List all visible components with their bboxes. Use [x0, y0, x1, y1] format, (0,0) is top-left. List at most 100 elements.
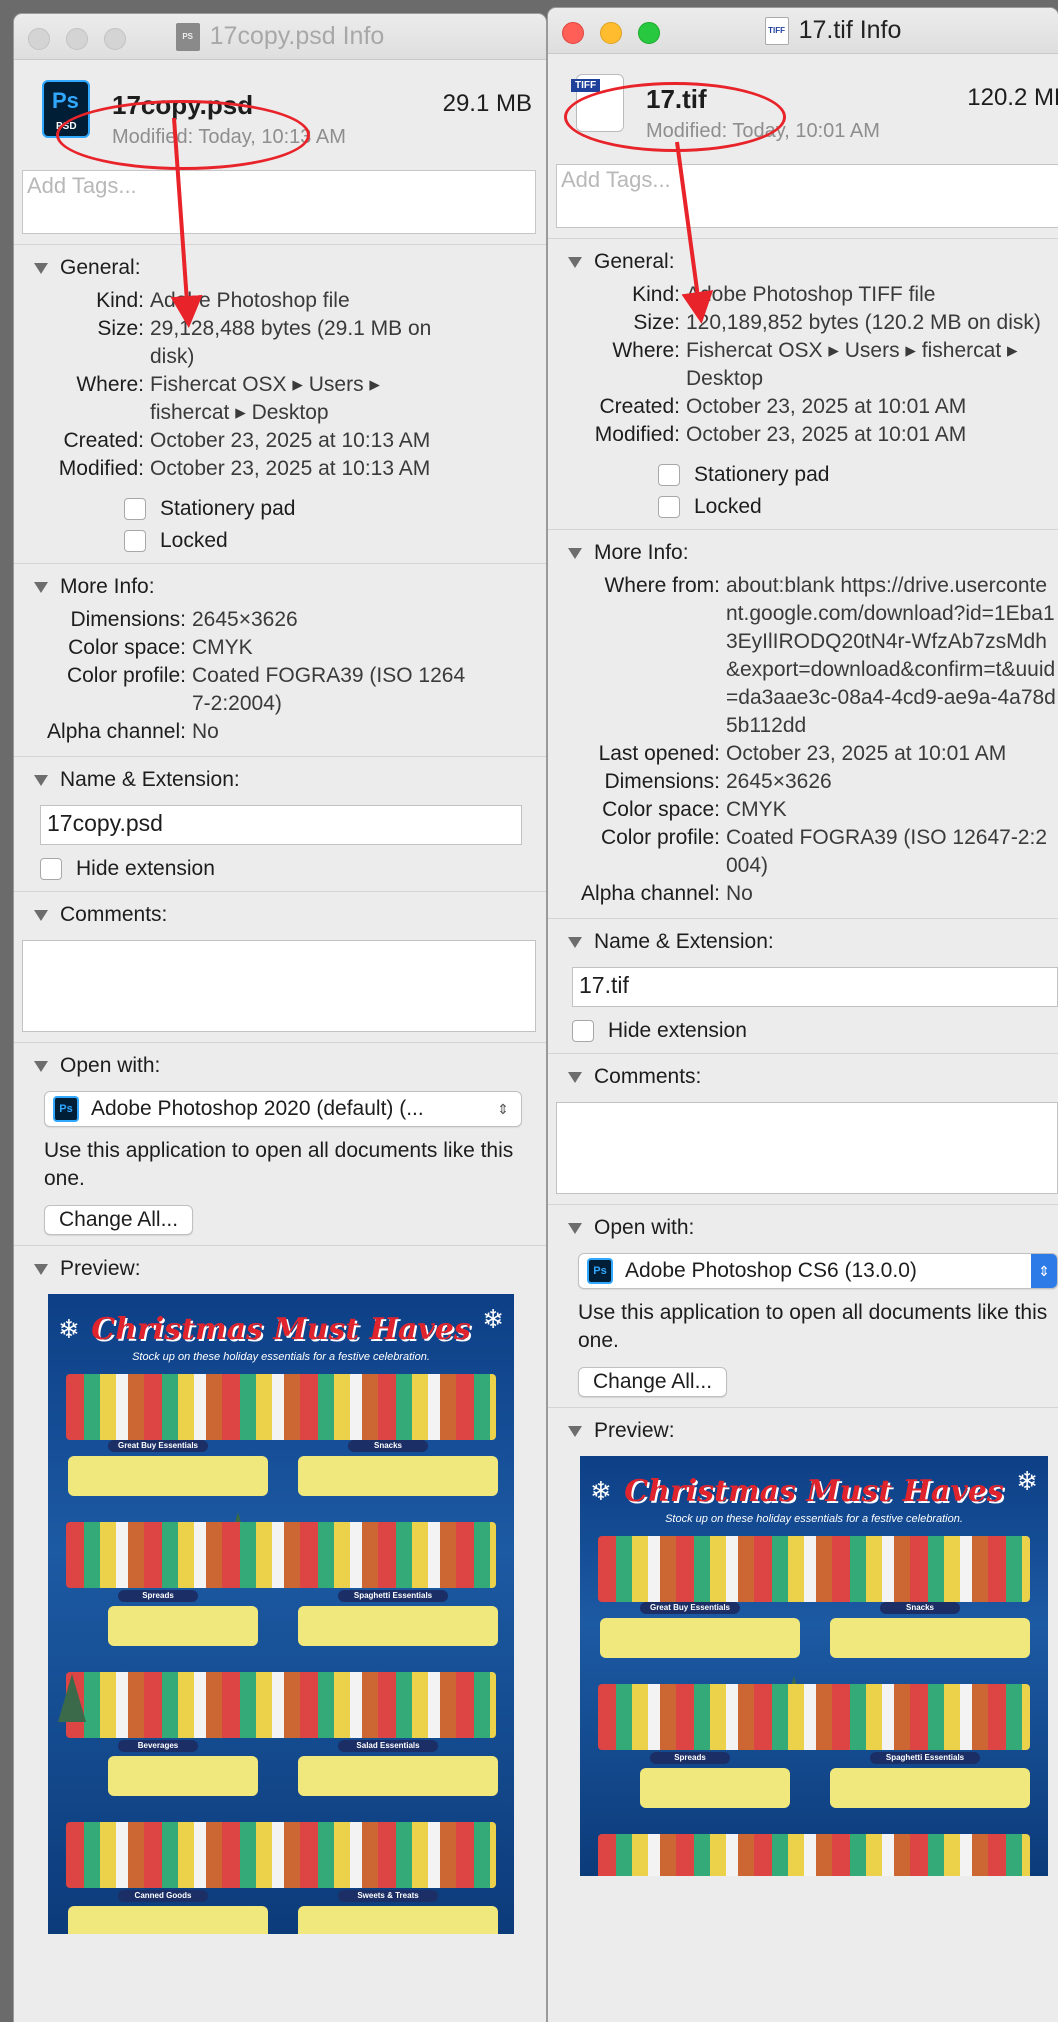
more-info-section: More Info: Where from: about:blank https:… [548, 529, 1058, 918]
disclosure-triangle-icon[interactable] [34, 1060, 48, 1072]
snowflake-icon: ❄ [58, 1314, 80, 1344]
stationery-pad-checkbox[interactable]: Stationery pad [124, 497, 546, 521]
preview-section: Preview: Christmas Must Haves Stock up o… [548, 1407, 1058, 1886]
disclosure-triangle-icon[interactable] [568, 936, 582, 948]
titlebar[interactable]: PS 17copy.psd Info [14, 14, 546, 60]
preview-disclosure[interactable]: Preview: [14, 1254, 546, 1284]
comments-section: Comments: [14, 891, 546, 1042]
locked-checkbox[interactable]: Locked [658, 495, 1058, 519]
product-list [108, 1606, 258, 1646]
product-shelf [66, 1822, 496, 1888]
product-list [600, 1618, 800, 1658]
tree-graphic [58, 1674, 86, 1722]
file-size: 120.2 MB [967, 84, 1058, 111]
tags-field[interactable]: Add Tags... [22, 170, 536, 234]
band-label: Salad Essentials [338, 1740, 438, 1752]
preview-image: Christmas Must Haves Stock up on these h… [580, 1456, 1048, 1876]
info-window-psd: PS 17copy.psd Info Ps PSD 17copy.psd 29.1… [14, 14, 546, 2022]
general-section: General: Kind: Adobe Photoshop file Size:… [14, 244, 546, 563]
name-field[interactable]: 17.tif [572, 967, 1058, 1007]
titlebar[interactable]: TIFF 17.tif Info [548, 8, 1058, 54]
annotation-ellipse [564, 82, 786, 152]
window-title: 17copy.psd Info [209, 22, 385, 50]
tags-field[interactable]: Add Tags... [556, 164, 1058, 228]
open-with-disclosure[interactable]: Open with: [14, 1051, 546, 1081]
band-label: Canned Goods [118, 1890, 208, 1902]
disclosure-triangle-icon[interactable] [568, 256, 582, 268]
popup-chevron-icon: ⇕ [497, 1100, 509, 1117]
general-info: Kind: Adobe Photoshop TIFF file Size: 120,… [594, 283, 1041, 446]
disclosure-triangle-icon[interactable] [34, 581, 48, 593]
preview-section: Preview: Christmas Must Haves Stock up o… [14, 1245, 546, 1944]
preview-subtitle: Stock up on these holiday essentials for… [665, 1513, 963, 1525]
comments-disclosure[interactable]: Comments: [548, 1062, 1058, 1092]
hide-extension-checkbox[interactable]: Hide extension [572, 1019, 1058, 1043]
product-shelf [66, 1672, 496, 1738]
snowflake-icon: ❄ [590, 1476, 612, 1506]
more-info-section: More Info: Dimensions: 2645×3626 Color sp… [14, 563, 546, 756]
change-all-button[interactable]: Change All... [578, 1367, 728, 1397]
change-all-button[interactable]: Change All... [44, 1205, 194, 1235]
disclosure-triangle-icon[interactable] [34, 909, 48, 921]
psd-file-icon: PS [175, 22, 200, 51]
product-shelf [598, 1834, 1030, 1876]
preview-disclosure[interactable]: Preview: [548, 1416, 1058, 1446]
disclosure-triangle-icon[interactable] [34, 774, 48, 786]
annotation-ellipse [56, 100, 310, 170]
product-list [68, 1456, 268, 1496]
disclosure-triangle-icon[interactable] [34, 262, 48, 274]
open-with-disclosure[interactable]: Open with: [548, 1213, 1058, 1243]
open-with-popup[interactable]: Ps Adobe Photoshop CS6 (13.0.0) ⇕ [578, 1253, 1058, 1289]
product-list [298, 1906, 498, 1934]
band-label: Beverages [118, 1740, 198, 1752]
more-info-disclosure[interactable]: More Info: [14, 572, 546, 602]
band-label: Spaghetti Essentials [338, 1590, 448, 1602]
product-shelf [598, 1536, 1030, 1602]
disclosure-triangle-icon[interactable] [34, 1263, 48, 1275]
stationery-pad-checkbox[interactable]: Stationery pad [658, 463, 1058, 487]
product-shelf [66, 1522, 496, 1588]
locked-checkbox[interactable]: Locked [124, 529, 546, 553]
band-label: Spreads [118, 1590, 198, 1602]
hide-extension-checkbox[interactable]: Hide extension [40, 857, 522, 881]
product-shelf [598, 1684, 1030, 1750]
product-list [298, 1756, 498, 1796]
product-list [830, 1768, 1030, 1808]
name-extension-section: Name & Extension: 17copy.psd Hide extens… [14, 756, 546, 891]
general-info: Kind: Adobe Photoshop file Size: 29,128,48… [58, 289, 432, 480]
band-label: Great Buy Essentials [640, 1602, 740, 1614]
preview-title: Christmas Must Haves [91, 1312, 471, 1347]
disclosure-triangle-icon[interactable] [568, 1071, 582, 1083]
name-extension-disclosure[interactable]: Name & Extension: [548, 927, 1058, 957]
file-header: TIFF 17.tif 120.2 MB Modified: Today, 10… [548, 54, 1058, 164]
comments-disclosure[interactable]: Comments: [14, 900, 546, 930]
photoshop-app-icon: Ps [587, 1258, 613, 1284]
product-list [68, 1906, 268, 1934]
product-shelf [66, 1374, 496, 1440]
open-with-description: Use this application to open all documen… [44, 1139, 514, 1190]
disclosure-triangle-icon[interactable] [568, 1425, 582, 1437]
disclosure-triangle-icon[interactable] [568, 547, 582, 559]
name-field[interactable]: 17copy.psd [40, 805, 522, 845]
preview-title: Christmas Must Haves [624, 1474, 1004, 1509]
band-label: Sweets & Treats [338, 1890, 438, 1902]
preview-image: Christmas Must Haves Stock up on these h… [48, 1294, 514, 1934]
open-with-description: Use this application to open all documen… [578, 1301, 1048, 1352]
preview-subtitle: Stock up on these holiday essentials for… [132, 1351, 430, 1363]
comments-field[interactable] [22, 940, 536, 1032]
more-info-list: Where from: about:blank https://drive.use… [581, 574, 1056, 905]
more-info-disclosure[interactable]: More Info: [548, 538, 1058, 568]
name-extension-disclosure[interactable]: Name & Extension: [14, 765, 546, 795]
more-info-list: Dimensions: 2645×3626 Color space: CMYK Co… [47, 608, 466, 743]
product-list [298, 1606, 498, 1646]
product-list [298, 1456, 498, 1496]
photoshop-app-icon: Ps [53, 1096, 79, 1122]
comments-field[interactable] [556, 1102, 1058, 1194]
general-disclosure[interactable]: General: [14, 253, 546, 283]
info-window-tif: TIFF 17.tif Info TIFF 17.tif 120.2 MB Mo… [548, 8, 1058, 2022]
band-label: Spreads [650, 1752, 730, 1764]
product-list [830, 1618, 1030, 1658]
disclosure-triangle-icon[interactable] [568, 1222, 582, 1234]
general-disclosure[interactable]: General: [548, 247, 1058, 277]
open-with-popup[interactable]: Ps Adobe Photoshop 2020 (default) (... ⇕ [44, 1091, 522, 1127]
